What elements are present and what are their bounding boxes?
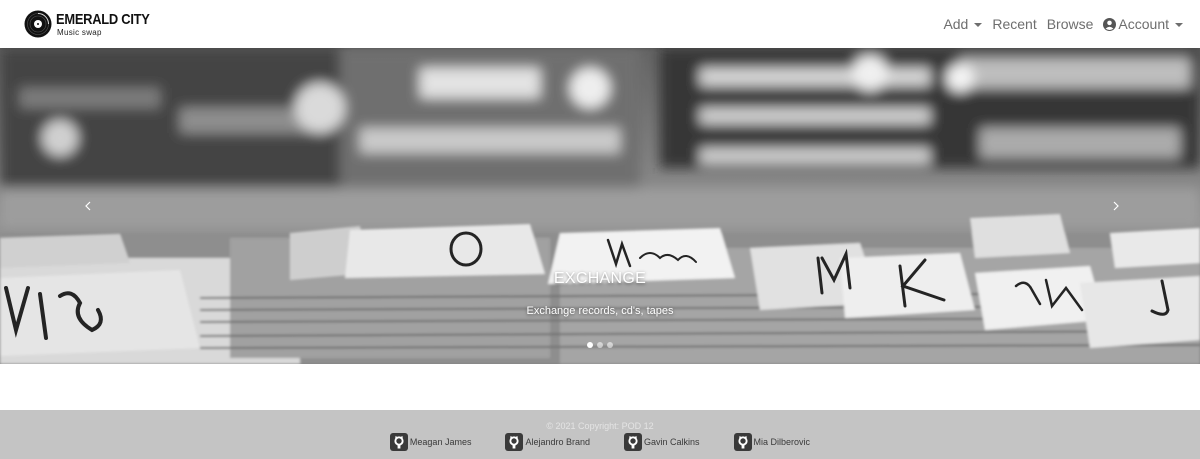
hero-carousel: EXCHANGE Exchange records, cd's, tapes xyxy=(0,48,1200,364)
footer: © 2021 Copyright: POD 12 Meagan James Al… xyxy=(0,410,1200,459)
github-icon xyxy=(505,433,524,451)
carousel-prev-button[interactable] xyxy=(80,198,96,214)
github-icon xyxy=(624,433,643,451)
contributor-name: Alejandro Brand xyxy=(525,437,591,447)
chevron-right-icon xyxy=(1113,201,1119,211)
nav-recent-link[interactable]: Recent xyxy=(987,16,1041,32)
brand-home-link[interactable]: EMERALD CITY Music swap xyxy=(24,10,165,38)
carousel-indicator-2[interactable] xyxy=(597,342,603,348)
carousel-next-button[interactable] xyxy=(1108,198,1124,214)
contributor-link[interactable]: Meagan James xyxy=(389,433,472,451)
nav-account-label: Account xyxy=(1118,16,1169,32)
brand-subtitle: Music swap xyxy=(57,27,102,37)
main-nav: Add Recent Browse Account xyxy=(938,0,1188,48)
brand-title: EMERALD CITY xyxy=(56,10,150,28)
vinyl-record-icon xyxy=(24,10,52,38)
navbar: EMERALD CITY Music swap Add Recent Brows… xyxy=(0,0,1200,48)
contributor-links: Meagan James Alejandro Brand Gavin Calki… xyxy=(0,433,1200,451)
contributor-link[interactable]: Mia Dilberovic xyxy=(733,433,811,451)
nav-account-dropdown[interactable]: Account xyxy=(1098,16,1188,32)
carousel-indicators xyxy=(0,342,1200,348)
nav-add-label: Add xyxy=(943,16,969,32)
nav-add-dropdown[interactable]: Add xyxy=(938,16,987,32)
contributor-link[interactable]: Alejandro Brand xyxy=(505,433,590,451)
slide-caption-text: Exchange records, cd's, tapes xyxy=(526,305,674,317)
github-icon xyxy=(389,433,408,451)
contributor-name: Gavin Calkins xyxy=(644,437,700,447)
nav-browse-label: Browse xyxy=(1046,16,1094,32)
footer-copyright: © 2021 Copyright: POD 12 xyxy=(546,421,654,431)
slide-caption-title: EXCHANGE xyxy=(553,270,647,287)
nav-browse-link[interactable]: Browse xyxy=(1042,16,1099,32)
contributor-name: Meagan James xyxy=(409,437,472,447)
caret-down-icon xyxy=(1175,22,1183,27)
contributor-link[interactable]: Gavin Calkins xyxy=(624,433,700,451)
contributor-name: Mia Dilberovic xyxy=(753,437,811,447)
carousel-indicator-3[interactable] xyxy=(607,342,613,348)
caret-down-icon xyxy=(974,22,983,27)
carousel-indicator-1[interactable] xyxy=(587,342,593,348)
github-icon xyxy=(733,433,752,451)
nav-recent-label: Recent xyxy=(992,16,1037,32)
user-circle-icon xyxy=(1103,17,1117,31)
chevron-left-icon xyxy=(85,201,91,211)
